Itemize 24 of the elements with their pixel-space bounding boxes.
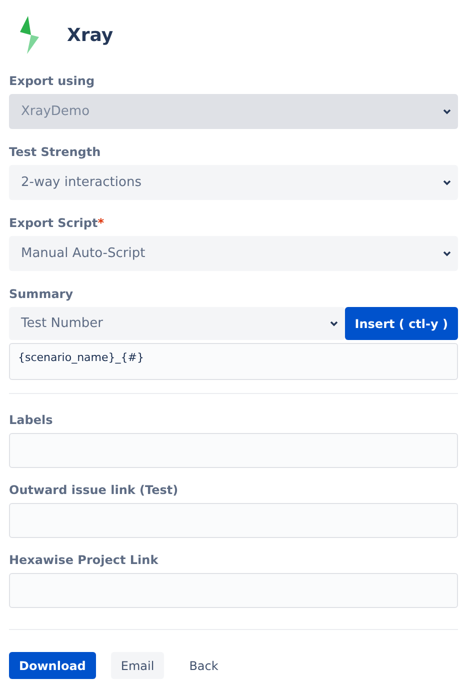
back-link[interactable]: Back — [179, 652, 228, 679]
chevron-icon — [442, 178, 452, 186]
field-label: Test Strength — [9, 145, 102, 159]
summary-textarea[interactable]: {scenario_name}_{#} — [9, 343, 458, 380]
chevron-icon — [442, 250, 452, 258]
dropdown-select[interactable]: 2-way interactions — [9, 165, 458, 200]
action-button[interactable]: Email — [110, 652, 164, 679]
chevron-icon — [328, 320, 339, 328]
insert-button[interactable]: Insert ( ctl-y ) — [344, 307, 458, 340]
field-label: Hexawise Project Link — [9, 553, 160, 567]
dropdown-select[interactable]: Test Number — [9, 307, 345, 340]
field-label: Summary — [9, 287, 74, 301]
field-label: Outward issue link (Test) — [9, 483, 180, 497]
chevron-icon — [442, 108, 452, 116]
input-field[interactable] — [9, 503, 458, 538]
input-field[interactable] — [9, 573, 458, 608]
lightning-logo-icon — [19, 16, 41, 54]
app-title: Xray — [67, 24, 114, 46]
input-field[interactable] — [9, 433, 458, 468]
field-label: Labels — [9, 413, 54, 427]
dropdown-select[interactable]: Manual Auto-Script — [9, 236, 458, 271]
action-button[interactable]: Download — [9, 652, 96, 679]
field-label: Export Script* — [9, 216, 105, 230]
field-label: Export using — [9, 74, 96, 88]
